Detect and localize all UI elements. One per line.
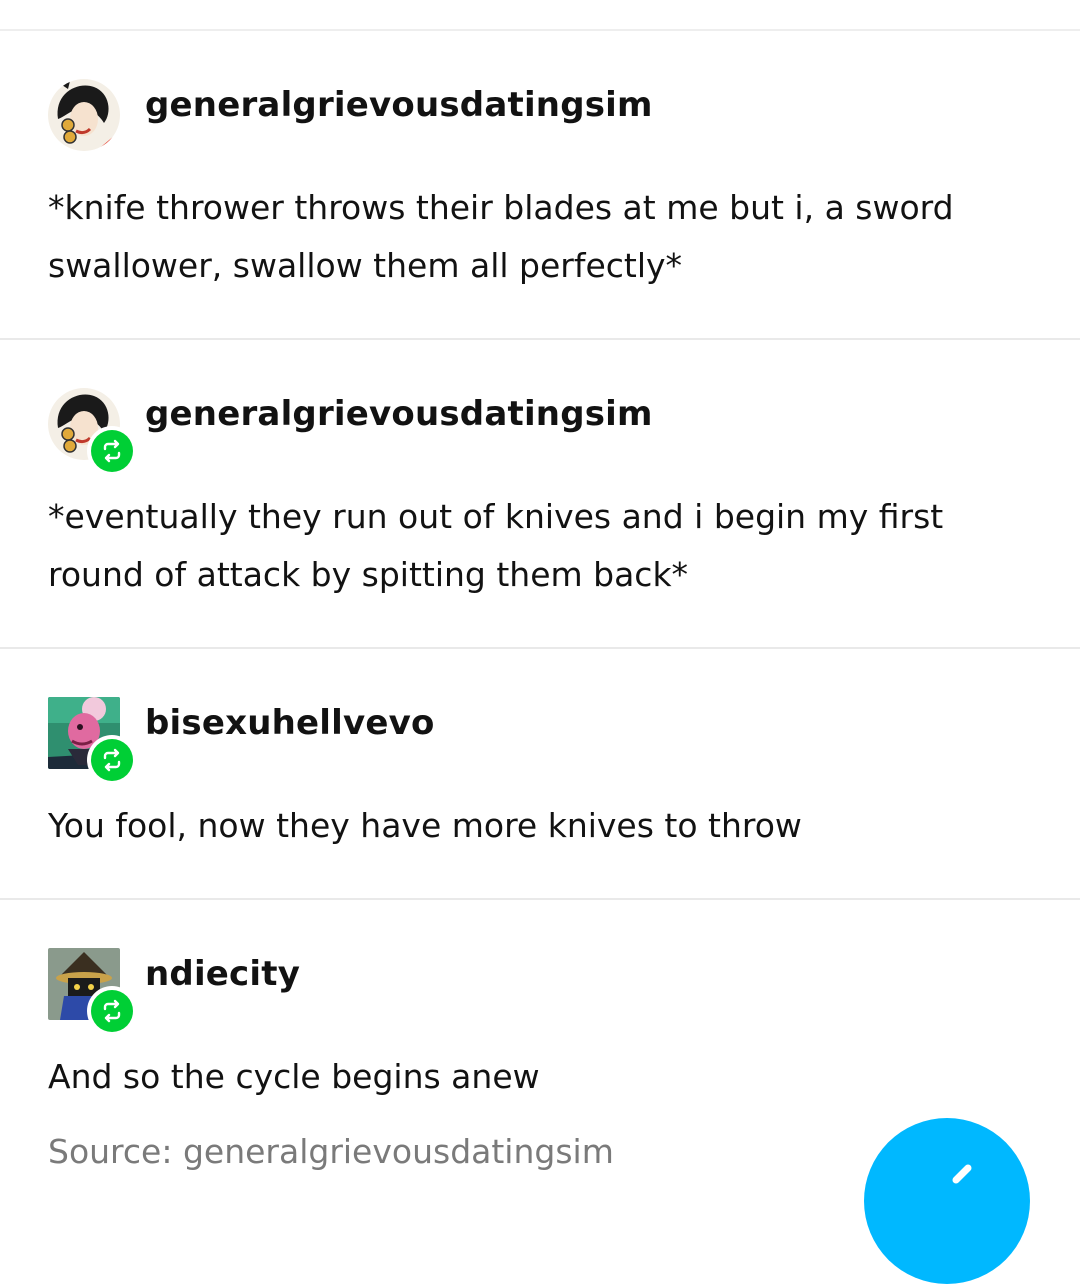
post-username[interactable]: ndiecity — [145, 954, 300, 994]
compose-fab-button[interactable] — [864, 1118, 1030, 1284]
reblog-badge — [87, 426, 137, 476]
post-1: generalgrievousdatingsim *knife thrower … — [0, 31, 1080, 340]
post-username[interactable]: generalgrievousdatingsim — [145, 394, 653, 434]
post-text: *eventually they run out of knives and i… — [48, 497, 944, 594]
post-text: You fool, now they have more knives to t… — [48, 806, 802, 845]
post-4: ndiecity And so the cycle begins anew — [0, 900, 1080, 1110]
reblog-badge — [87, 986, 137, 1036]
reblog-icon — [103, 748, 121, 772]
reblog-icon — [103, 439, 121, 463]
avatar-woman-telephone-icon[interactable] — [48, 79, 120, 151]
post-3: bisexuhellvevo You fool, now they have m… — [0, 649, 1080, 900]
post-username[interactable]: bisexuhellvevo — [145, 703, 435, 743]
post-text: *knife thrower throws their blades at me… — [48, 188, 954, 285]
pencil-icon — [952, 1164, 972, 1184]
reblog-icon — [103, 999, 121, 1023]
post-username[interactable]: generalgrievousdatingsim — [145, 85, 653, 125]
reblog-badge — [87, 735, 137, 785]
post-2: generalgrievousdatingsim *eventually the… — [0, 340, 1080, 649]
post-text: And so the cycle begins anew — [48, 1057, 540, 1096]
source-link[interactable]: Source: generalgrievousdatingsim — [48, 1132, 614, 1171]
